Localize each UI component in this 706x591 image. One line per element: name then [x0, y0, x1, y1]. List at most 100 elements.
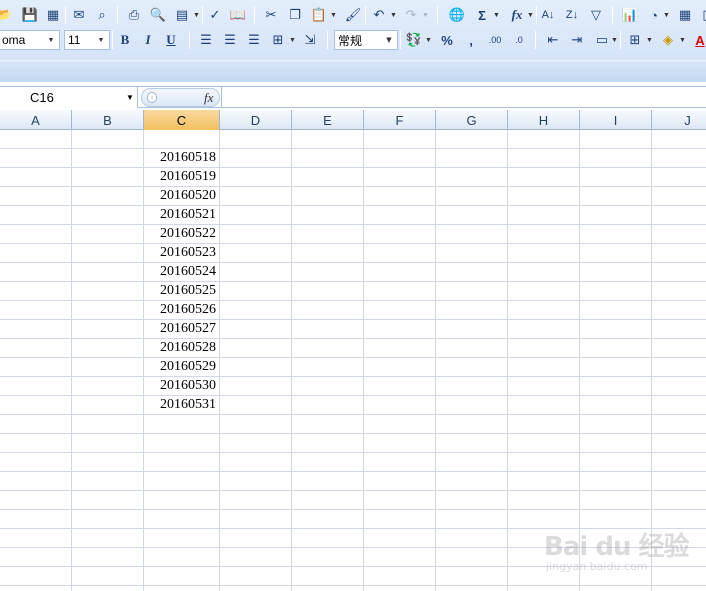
chevron-down-icon[interactable]: ▼	[192, 6, 201, 24]
cell-c[interactable]: 20160531	[144, 396, 219, 414]
column-header-a[interactable]: A	[0, 110, 72, 130]
paste-icon[interactable]: 📋	[309, 5, 329, 25]
align-right-icon[interactable]: ☰	[244, 30, 264, 50]
increase-decimal-icon[interactable]: .00	[485, 30, 505, 50]
cell-c[interactable]: 20160518	[144, 149, 219, 167]
column-header-h[interactable]: H	[508, 110, 580, 130]
chevron-down-icon[interactable]: ▼	[45, 31, 57, 49]
research-book-icon[interactable]: 📖	[228, 5, 248, 25]
cell-c[interactable]: 20160523	[144, 244, 219, 262]
chevron-down-icon[interactable]: ▼	[526, 6, 535, 24]
cell-c[interactable]: 20160529	[144, 358, 219, 376]
autosum-button[interactable]: Σ	[472, 5, 492, 25]
chart-icon[interactable]: 📊	[620, 5, 640, 25]
hyperlink-icon[interactable]: 🌐	[447, 5, 467, 25]
underline-button[interactable]: U	[161, 30, 181, 50]
cell-c[interactable]: 20160522	[144, 225, 219, 243]
cell-c[interactable]: 20160519	[144, 168, 219, 186]
decrease-decimal-icon[interactable]: .0	[509, 30, 529, 50]
borders-icon[interactable]: ⊞	[625, 30, 645, 50]
cell-c[interactable]: 20160528	[144, 339, 219, 357]
chevron-down-icon[interactable]: ▼	[421, 6, 430, 24]
formula-input[interactable]	[221, 87, 706, 108]
chevron-down-icon[interactable]: ▼	[662, 6, 671, 24]
chevron-down-icon[interactable]: ▼	[424, 31, 433, 49]
sort-ascending-icon[interactable]: A↓	[538, 5, 558, 25]
cell-c[interactable]: 20160521	[144, 206, 219, 224]
filter-icon[interactable]: ▽	[586, 5, 606, 25]
paste-special-icon[interactable]: ▤	[172, 5, 192, 25]
comma-button[interactable]: ,	[461, 30, 481, 50]
separator	[365, 6, 366, 24]
gridline	[219, 130, 220, 591]
cut-icon[interactable]: ✂	[261, 5, 281, 25]
chevron-down-icon[interactable]: ▼	[329, 6, 338, 24]
separator	[535, 31, 536, 49]
chevron-down-icon[interactable]: ▼	[678, 31, 687, 49]
separator	[202, 6, 203, 24]
decrease-indent-icon[interactable]: ⇤	[543, 30, 563, 50]
format-painter-icon[interactable]: 🖌	[343, 5, 363, 25]
align-left-icon[interactable]: ☰	[196, 30, 216, 50]
cell-c[interactable]: 20160524	[144, 263, 219, 281]
currency-icon[interactable]: 💱	[404, 30, 424, 50]
column-header-f[interactable]: F	[364, 110, 436, 130]
open-icon[interactable]: 📂	[0, 5, 14, 25]
print-icon[interactable]: ⎙	[124, 5, 144, 25]
column-header-i[interactable]: I	[580, 110, 652, 130]
name-box[interactable]: C16	[0, 87, 138, 108]
format-cells-icon[interactable]: ▭	[592, 30, 612, 50]
separator	[437, 6, 438, 24]
chevron-down-icon[interactable]: ▼	[95, 31, 107, 49]
formula-controls: ◦ fx	[141, 88, 220, 107]
font-name-select[interactable]: oma ▼	[0, 30, 60, 50]
table-icon[interactable]: ▦	[675, 5, 695, 25]
column-header-j[interactable]: J	[652, 110, 706, 130]
cell-c[interactable]: 20160527	[144, 320, 219, 338]
gridline	[435, 130, 436, 591]
align-center-icon[interactable]: ☰	[220, 30, 240, 50]
chevron-down-icon[interactable]: ▼	[645, 31, 654, 49]
cell-c[interactable]: 20160530	[144, 377, 219, 395]
font-color-icon[interactable]: A	[690, 30, 706, 50]
fill-color-icon[interactable]: ◈	[658, 30, 678, 50]
redo-icon[interactable]: ↷	[401, 5, 421, 25]
merge-center-icon[interactable]: ⊞	[268, 30, 288, 50]
wrap-text-icon[interactable]: ⇲	[300, 30, 320, 50]
chevron-down-icon[interactable]: ▼	[610, 31, 619, 49]
email-icon[interactable]: ✉	[69, 5, 89, 25]
cell-c[interactable]: 20160525	[144, 282, 219, 300]
percent-button[interactable]: %	[437, 30, 457, 50]
chevron-down-icon[interactable]: ▼	[383, 31, 395, 49]
cell-c[interactable]: 20160520	[144, 187, 219, 205]
number-format-select[interactable]: 常规 ▼	[334, 30, 398, 50]
drawing-icon[interactable]: ◔	[644, 5, 664, 25]
chevron-down-icon[interactable]: ▼	[389, 6, 398, 24]
column-header-c[interactable]: C	[144, 110, 220, 130]
italic-button[interactable]: I	[138, 30, 158, 50]
chevron-down-icon[interactable]: ▼	[288, 31, 297, 49]
column-header-d[interactable]: D	[220, 110, 292, 130]
insert-function-button[interactable]: fx	[507, 5, 527, 25]
spelling-icon[interactable]: ✓	[205, 5, 225, 25]
cell-c[interactable]: 20160526	[144, 301, 219, 319]
document-icon[interactable]: ▯	[696, 5, 706, 25]
save-icon[interactable]: 💾	[20, 5, 40, 25]
separator	[112, 31, 113, 49]
insert-function-icon[interactable]: fx	[204, 90, 213, 106]
increase-indent-icon[interactable]: ⇥	[567, 30, 587, 50]
column-header-e[interactable]: E	[292, 110, 364, 130]
research-icon[interactable]: ⌕	[92, 5, 112, 25]
font-size-select[interactable]: 11 ▼	[64, 30, 110, 50]
chevron-down-icon[interactable]: ▼	[124, 87, 136, 108]
bold-button[interactable]: B	[115, 30, 135, 50]
column-header-g[interactable]: G	[436, 110, 508, 130]
expand-grip-icon[interactable]: ◦	[147, 92, 157, 103]
sort-descending-icon[interactable]: Z↓	[562, 5, 582, 25]
undo-icon[interactable]: ↶	[369, 5, 389, 25]
column-header-b[interactable]: B	[72, 110, 144, 130]
permission-icon[interactable]: ▦	[43, 5, 63, 25]
chevron-down-icon[interactable]: ▼	[492, 6, 501, 24]
copy-icon[interactable]: ❐	[285, 5, 305, 25]
print-preview-icon[interactable]: 🔍	[148, 5, 168, 25]
